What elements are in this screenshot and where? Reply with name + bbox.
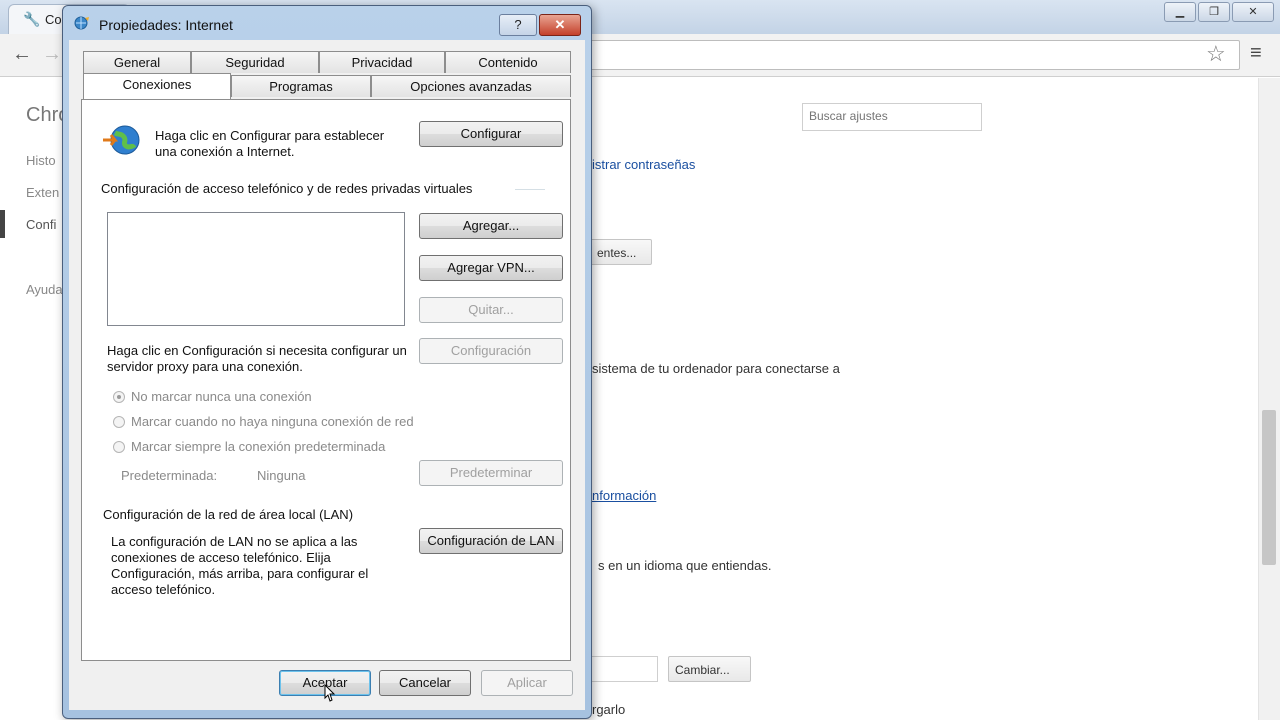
add-connection-button[interactable]: Agregar... [419,213,563,239]
proxy-description: Haga clic en Configuración si necesita c… [107,343,407,374]
tab-connections[interactable]: Conexiones [83,73,231,99]
translate-text: s en un idioma que entiendas. [598,558,772,573]
sidebar-active-indicator [0,210,5,238]
page-scrollbar[interactable] [1258,78,1280,720]
radio-label: Marcar siempre la conexión predeterminad… [131,439,386,454]
change-download-button[interactable]: Cambiar... [668,656,751,682]
apply-button[interactable]: Aplicar [481,670,573,696]
forward-icon[interactable]: → [40,42,64,66]
close-dialog-icon[interactable]: ✕ [539,14,581,36]
download-location-field[interactable] [590,656,658,682]
tab-programs[interactable]: Programas [231,75,371,97]
sidebar-item-history[interactable]: Histo [26,153,56,168]
scrollbar-thumb[interactable] [1262,410,1276,565]
tab-advanced[interactable]: Opciones avanzadas [371,75,571,97]
sidebar-item-settings[interactable]: Confi [26,217,56,232]
radio-indicator [113,416,125,428]
remove-button[interactable]: Quitar... [419,297,563,323]
proxy-description-text: sistema de tu ordenador para conectarse … [592,361,840,376]
set-default-button[interactable]: Predeterminar [419,460,563,486]
tab-general[interactable]: General [83,51,191,73]
radio-indicator [113,441,125,453]
setup-description: Haga clic en Configurar para establecer … [155,128,385,159]
sidebar-item-extensions[interactable]: Exten [26,185,59,200]
manage-passwords-link[interactable]: istrar contraseñas [592,157,695,172]
help-icon[interactable]: ? [499,14,537,36]
wrench-icon: 🔧 [23,11,41,27]
chrome-tab-title: Co [45,12,62,27]
window-controls: ▁ ❐ ✕ [1164,2,1274,22]
maximize-icon[interactable]: ❐ [1198,2,1230,22]
default-connection-label: Predeterminada: [121,468,218,483]
search-settings-input[interactable] [807,108,981,124]
minimize-icon[interactable]: ▁ [1164,2,1196,22]
bookmark-star-icon[interactable]: ☆ [1206,41,1226,67]
group-divider [515,189,545,190]
globe-connection-icon [101,123,143,157]
search-settings-box[interactable] [802,103,982,131]
back-icon[interactable]: ← [10,42,34,66]
lan-settings-button[interactable]: Configuración de LAN [419,528,563,554]
cancel-button[interactable]: Cancelar [379,670,471,696]
chrome-menu-icon[interactable]: ≡ [1250,42,1262,65]
tab-content[interactable]: Contenido [445,51,571,73]
setup-button[interactable]: Configurar [419,121,563,147]
dialog-title: Propiedades: Internet [99,17,233,33]
tab-privacy[interactable]: Privacidad [319,51,445,73]
lan-heading: Configuración de la red de área local (L… [103,507,354,522]
internet-properties-dialog: Propiedades: Internet ? ✕ General Seguri… [62,5,592,719]
default-connection-value: Ninguna [257,468,306,483]
tab-security[interactable]: Seguridad [191,51,319,73]
dialup-vpn-heading: Configuración de acceso telefónico y de … [101,181,473,196]
radio-label: No marcar nunca una conexión [131,389,312,404]
sidebar-item-help[interactable]: Ayuda [26,282,63,297]
radio-indicator [113,391,125,403]
add-vpn-button[interactable]: Agregar VPN... [419,255,563,281]
radio-label: Marcar cuando no haya ninguna conexión d… [131,414,414,429]
more-info-link[interactable]: nformación [592,488,656,503]
manage-certificates-button[interactable]: entes... [590,239,652,265]
close-window-icon[interactable]: ✕ [1232,2,1274,22]
internet-options-icon [73,15,91,31]
download-ask-text: rgarlo [592,702,626,717]
connection-settings-button[interactable]: Configuración [419,338,563,364]
mouse-cursor-icon [324,684,336,702]
connections-listbox[interactable] [107,212,405,326]
lan-description: La configuración de LAN no se aplica a l… [111,534,369,597]
